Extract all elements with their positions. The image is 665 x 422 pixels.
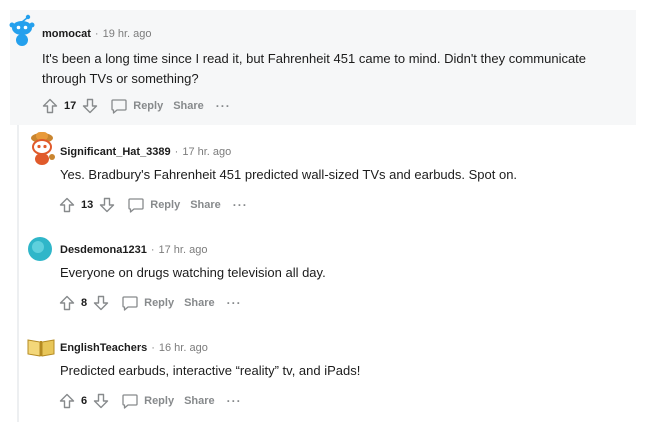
- more-options-icon[interactable]: ···: [233, 198, 248, 212]
- upvote-icon[interactable]: [57, 391, 77, 411]
- reply-label: Reply: [144, 297, 175, 309]
- upvote-icon[interactable]: [40, 96, 60, 116]
- share-button[interactable]: Share: [190, 199, 221, 211]
- reply-label: Reply: [150, 199, 181, 211]
- timestamp[interactable]: 17 hr. ago: [159, 244, 208, 256]
- username-link[interactable]: EnglishTeachers: [60, 342, 147, 354]
- reply-bubble-icon: [122, 296, 138, 311]
- more-options-icon[interactable]: ···: [227, 394, 242, 408]
- share-button[interactable]: Share: [173, 100, 204, 112]
- share-button[interactable]: Share: [184, 297, 215, 309]
- timestamp[interactable]: 17 hr. ago: [182, 146, 231, 158]
- reply-bubble-icon: [122, 394, 138, 409]
- comment-actions: 6 Reply Share ···: [57, 390, 242, 412]
- reply-bubble-icon: [111, 99, 127, 114]
- comment-meta: Desdemona1231 · 17 hr. ago: [60, 244, 207, 256]
- reply-button[interactable]: Reply: [110, 97, 163, 115]
- comment-desdemona: Desdemona1231 · 17 hr. ago Everyone on dru…: [0, 225, 665, 323]
- vote-count: 17: [64, 100, 77, 112]
- comment-actions: 13 Reply Share ···: [57, 194, 248, 216]
- vote-count: 13: [81, 199, 94, 211]
- downvote-icon[interactable]: [80, 96, 100, 116]
- reply-label: Reply: [144, 395, 175, 407]
- meta-separator: ·: [174, 146, 179, 158]
- comment-text: Yes. Bradbury's Fahrenheit 451 predicted…: [60, 167, 518, 182]
- username-link[interactable]: Significant_Hat_3389: [60, 146, 171, 158]
- teal-circle-avatar-icon[interactable]: [27, 236, 55, 264]
- share-label: Share: [190, 199, 221, 211]
- timestamp[interactable]: 16 hr. ago: [159, 342, 208, 354]
- share-label: Share: [184, 297, 215, 309]
- comment-meta: Significant_Hat_3389 · 17 hr. ago: [60, 146, 231, 158]
- comment-actions: 8 Reply Share ···: [57, 292, 242, 314]
- reply-label: Reply: [133, 100, 164, 112]
- meta-separator: ·: [151, 342, 155, 354]
- share-label: Share: [173, 100, 204, 112]
- reply-button[interactable]: Reply: [121, 392, 174, 410]
- username-link[interactable]: momocat: [42, 28, 91, 40]
- comment-text: It's been a long time since I read it, b…: [42, 51, 587, 86]
- downvote-icon[interactable]: [97, 195, 117, 215]
- reply-bubble-icon: [128, 198, 144, 213]
- timestamp[interactable]: 19 hr. ago: [103, 28, 152, 40]
- reply-button[interactable]: Reply: [121, 294, 174, 312]
- comment-text: Predicted earbuds, interactive “reality”…: [60, 363, 361, 378]
- share-button[interactable]: Share: [184, 395, 215, 407]
- comment-englishteachers: EnglishTeachers · 16 hr. ago Predicted ear…: [0, 323, 665, 422]
- upvote-icon[interactable]: [57, 195, 77, 215]
- upvote-icon[interactable]: [57, 293, 77, 313]
- downvote-icon[interactable]: [91, 293, 111, 313]
- comment-text: Everyone on drugs watching television al…: [60, 265, 326, 280]
- comment-meta: EnglishTeachers · 16 hr. ago: [60, 342, 208, 354]
- more-options-icon[interactable]: ···: [227, 296, 242, 310]
- meta-separator: ·: [150, 244, 155, 256]
- reddit-snoo-avatar-icon[interactable]: [8, 14, 36, 46]
- username-link[interactable]: Desdemona1231: [60, 244, 147, 256]
- meta-separator: ·: [94, 28, 99, 40]
- comment-momocat: momocat · 19 hr. ago It's been a long time…: [0, 0, 665, 125]
- comment-significant-hat: Significant_Hat_3389 · 17 hr. ago Yes. Bra…: [0, 125, 665, 223]
- comment-meta: momocat · 19 hr. ago: [42, 28, 152, 40]
- open-book-avatar-icon[interactable]: [26, 336, 56, 358]
- snoo-firefighter-avatar-icon[interactable]: [27, 130, 57, 165]
- more-options-icon[interactable]: ···: [216, 99, 231, 113]
- vote-count: 8: [81, 297, 88, 309]
- vote-count: 6: [81, 395, 88, 407]
- comment-actions: 17 Reply Share ···: [40, 95, 231, 117]
- downvote-icon[interactable]: [91, 391, 111, 411]
- reply-button[interactable]: Reply: [127, 196, 180, 214]
- share-label: Share: [184, 395, 215, 407]
